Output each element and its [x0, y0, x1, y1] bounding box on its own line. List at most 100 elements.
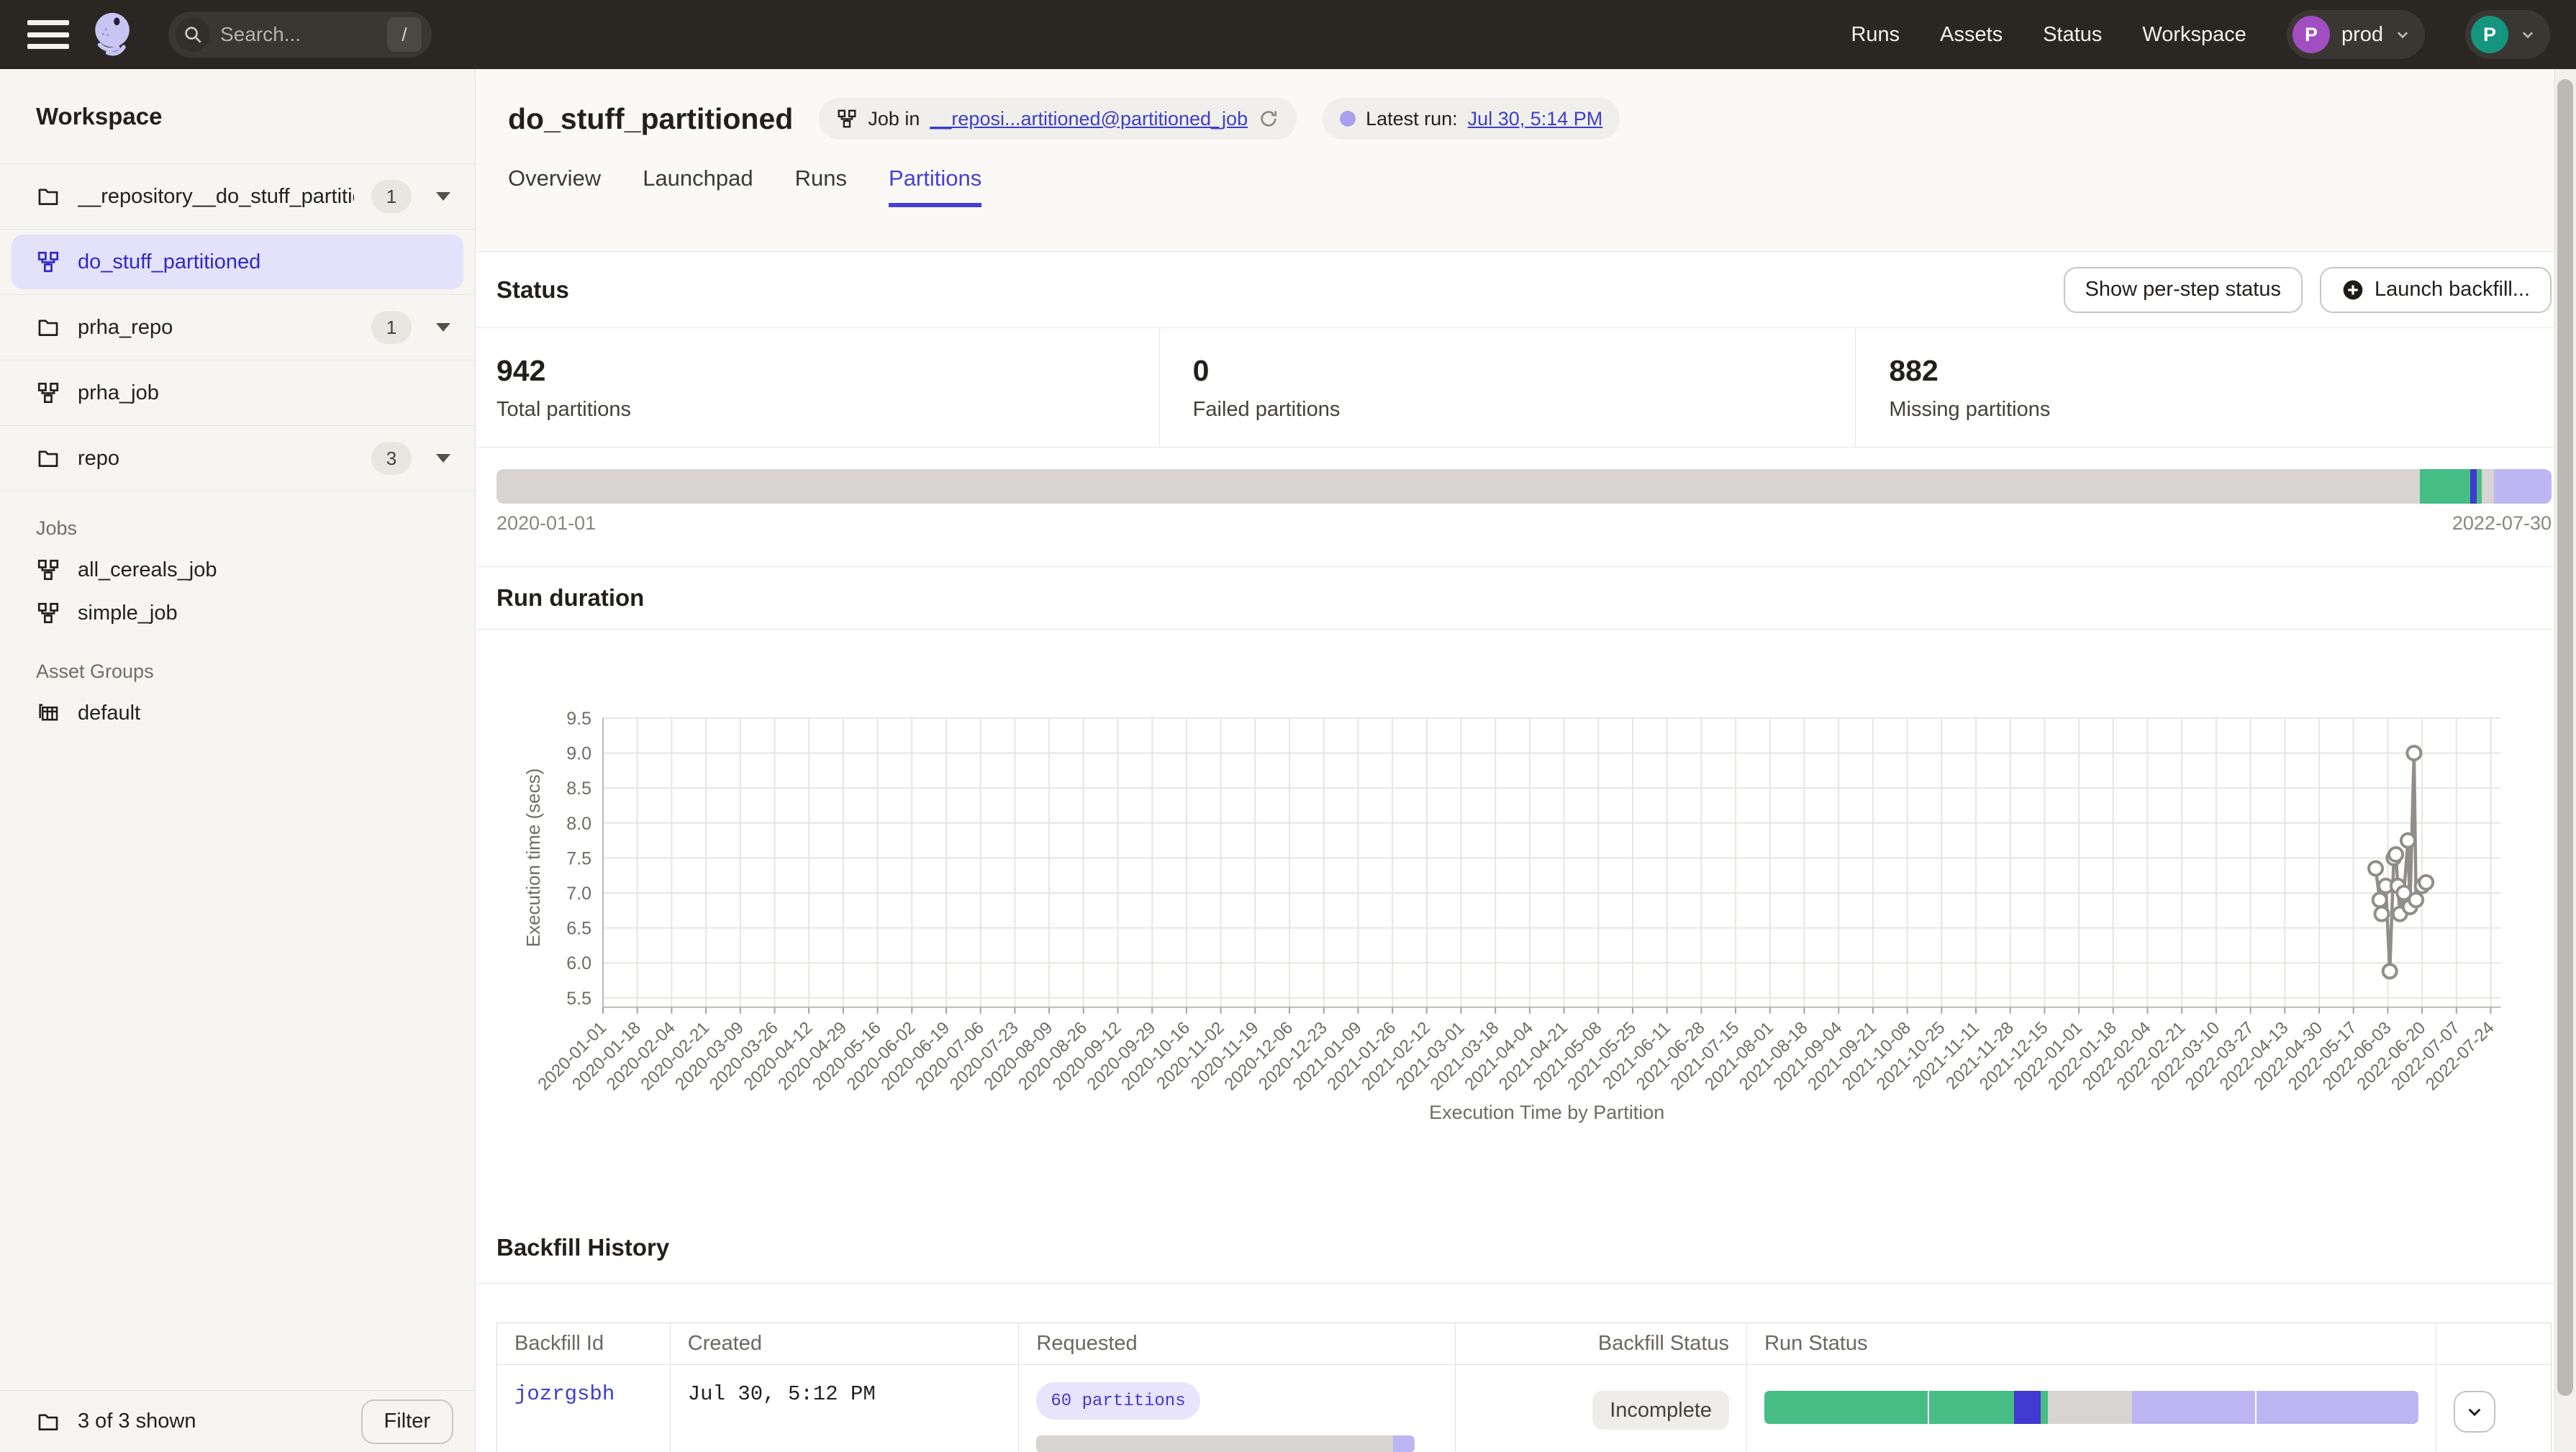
expand-row-button[interactable]	[2454, 1391, 2495, 1433]
latest-run-label: Latest run:	[1366, 108, 1458, 130]
tab-partitions[interactable]: Partitions	[889, 165, 981, 207]
workspace-sidebar: Workspace __repository__do_stuff_partiti…	[0, 69, 476, 1452]
nav-link-status[interactable]: Status	[2043, 23, 2102, 47]
job-tabs: Overview Launchpad Runs Partitions	[508, 165, 2552, 207]
folder-icon	[36, 184, 60, 209]
stat-failed-partitions: 0Failed partitions	[1159, 328, 1856, 447]
caret-down-icon[interactable]	[436, 192, 450, 201]
tab-overview[interactable]: Overview	[508, 165, 601, 207]
sidebar-item-default[interactable]: default	[0, 691, 475, 735]
nav-link-runs[interactable]: Runs	[1851, 23, 1900, 47]
svg-text:Execution time (secs): Execution time (secs)	[522, 768, 544, 948]
launch-backfill-button[interactable]: Launch backfill...	[2320, 267, 2552, 313]
bar-end-date: 2022-07-30	[2452, 512, 2552, 535]
svg-text:8.5: 8.5	[566, 779, 591, 799]
job-icon	[36, 250, 60, 274]
sidebar-item-prha-job[interactable]: prha_job	[0, 360, 475, 426]
run-duration-header: Run duration	[476, 567, 2576, 630]
folder-icon	[36, 1410, 60, 1434]
svg-text:9.0: 9.0	[566, 744, 591, 764]
global-search[interactable]: /	[168, 12, 432, 58]
stat-value: 0	[1193, 354, 1856, 388]
nav-link-workspace[interactable]: Workspace	[2142, 23, 2246, 47]
sidebar-section-label: Jobs	[0, 491, 475, 548]
page-scrollbar[interactable]	[2554, 69, 2576, 1452]
nav-link-assets[interactable]: Assets	[1940, 23, 2003, 47]
job-icon	[836, 108, 858, 130]
tab-runs[interactable]: Runs	[795, 165, 847, 207]
search-input[interactable]	[220, 23, 387, 46]
backfill-table: Backfill IdCreatedRequestedBackfill Stat…	[496, 1322, 2552, 1452]
sidebar-item-label: all_cereals_job	[78, 558, 450, 582]
repos-shown-count: 3 of 3 shown	[78, 1410, 196, 1433]
bar-segment-green	[2477, 469, 2482, 504]
job-header: do_stuff_partitioned Job in __reposi...a…	[476, 69, 2576, 252]
backfill-id-link[interactable]: jozrgsbh	[514, 1382, 614, 1406]
sidebar-item-label: repo	[78, 447, 354, 471]
main-content: do_stuff_partitioned Job in __reposi...a…	[476, 69, 2576, 1452]
sidebar-item-simple-job[interactable]: simple_job	[0, 591, 475, 635]
backfill-status-badge: Incomplete	[1592, 1391, 1729, 1430]
backfill-table-wrap: Backfill IdCreatedRequestedBackfill Stat…	[496, 1322, 2552, 1452]
sidebar-item-prha-repo[interactable]: prha_repo1	[0, 295, 475, 360]
caret-down-icon[interactable]	[436, 323, 450, 332]
svg-text:6.0: 6.0	[566, 953, 591, 974]
show-per-step-status-button[interactable]: Show per-step status	[2064, 267, 2303, 313]
folder-icon	[36, 446, 60, 471]
backfill-history-header: Backfill History	[476, 1212, 2576, 1284]
svg-text:9.5: 9.5	[566, 709, 591, 729]
bar-segment-green	[2420, 469, 2470, 504]
backfill-created: Jul 30, 5:12 PM	[688, 1382, 876, 1406]
job-icon	[36, 381, 60, 405]
requested-partitions-badge[interactable]: 60 partitions	[1036, 1382, 1199, 1420]
search-shortcut-key: /	[387, 17, 422, 52]
latest-run-link[interactable]: Jul 30, 5:14 PM	[1468, 108, 1603, 130]
run-status-dot	[1340, 111, 1356, 127]
user-menu[interactable]: P	[2465, 10, 2550, 59]
bar-segment-blue	[2470, 469, 2477, 504]
job-icon	[36, 558, 60, 582]
svg-text:7.0: 7.0	[566, 884, 591, 904]
status-section-header: Status Show per-step status Launch backf…	[476, 252, 2576, 328]
bar-segment-green	[1764, 1391, 1928, 1424]
requested-progress-bar	[1036, 1435, 1415, 1452]
scrollbar-thumb[interactable]	[2557, 79, 2573, 1396]
partition-stats: 942Total partitions0Failed partitions 882…	[476, 328, 2576, 448]
backfill-history-heading: Backfill History	[496, 1234, 669, 1261]
search-icon	[176, 17, 210, 52]
dagster-logo[interactable]	[85, 7, 140, 62]
sidebar-item-all-cereals-job[interactable]: all_cereals_job	[0, 548, 475, 591]
job-origin-prefix: Job in	[868, 108, 920, 130]
bar-segment-gray	[2482, 469, 2494, 504]
sidebar-item-do-stuff-partitioned[interactable]: do_stuff_partitioned	[0, 230, 475, 295]
svg-text:8.0: 8.0	[566, 814, 591, 834]
page-title: do_stuff_partitioned	[508, 102, 793, 136]
stat-total-partitions: 942Total partitions	[496, 328, 1159, 447]
stat-value: 882	[1889, 354, 2552, 388]
run-status-bar[interactable]	[1764, 1391, 2418, 1424]
sidebar-item--repository-do-stuff-partitio-[interactable]: __repository__do_stuff_partitio...1	[0, 164, 475, 230]
tab-launchpad[interactable]: Launchpad	[643, 165, 753, 207]
svg-text:6.5: 6.5	[566, 919, 591, 939]
status-heading: Status	[496, 276, 569, 304]
partition-status-bar[interactable]	[496, 469, 2552, 504]
run-duration-chart: 5.56.06.57.07.58.08.59.09.52020-01-01202…	[476, 630, 2576, 1212]
col-backfill-status: Backfill Status	[1456, 1323, 1747, 1365]
sidebar-item-repo[interactable]: repo3	[0, 426, 475, 491]
reload-icon[interactable]	[1258, 108, 1279, 130]
launch-backfill-label: Launch backfill...	[2375, 278, 2530, 301]
deployment-avatar: P	[2292, 16, 2330, 53]
caret-down-icon[interactable]	[436, 454, 450, 463]
bar-segment-lavender	[2494, 469, 2552, 504]
backfill-table-header: Backfill IdCreatedRequestedBackfill Stat…	[497, 1323, 2552, 1365]
plus-circle-icon	[2341, 278, 2364, 301]
job-origin-link[interactable]: __reposi...artitioned@partitioned_job	[930, 108, 1248, 130]
dagster-logo-icon	[85, 7, 140, 62]
deployment-switcher[interactable]: P prod	[2287, 10, 2425, 59]
filter-button[interactable]: Filter	[361, 1399, 453, 1444]
stat-label: Missing partitions	[1889, 398, 2552, 422]
chevron-down-icon	[2520, 27, 2536, 42]
execution-time-chart: 5.56.06.57.07.58.08.59.09.52020-01-01202…	[496, 630, 2526, 1133]
job-icon	[36, 601, 60, 625]
hamburger-menu-icon[interactable]	[27, 20, 69, 49]
